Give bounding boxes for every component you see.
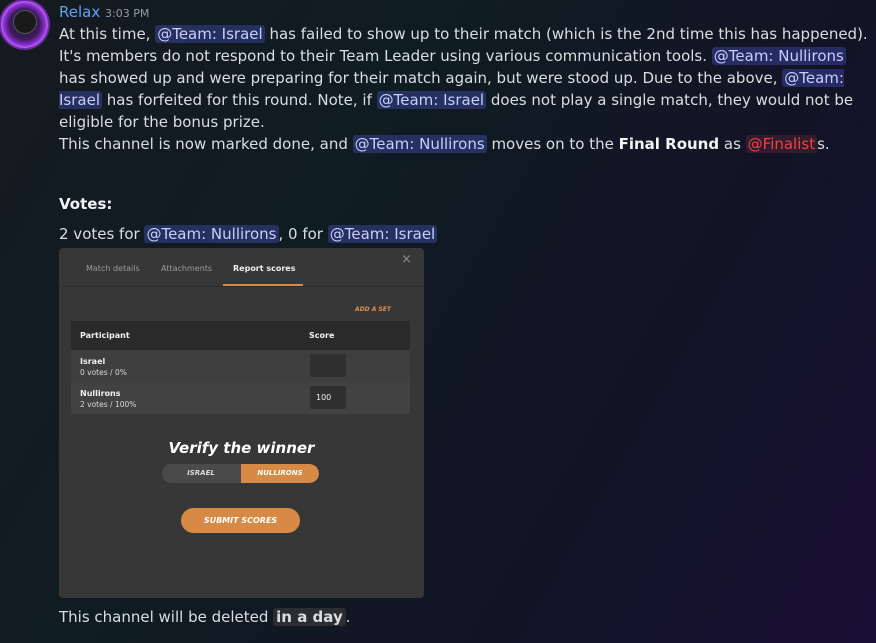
winner-toggle: ISRAEL NULLIRONS xyxy=(162,464,319,483)
mention-team-nullirons[interactable]: @Team: Nullirons xyxy=(711,47,846,65)
text: moves on to the xyxy=(486,135,619,153)
participant-header: Participant xyxy=(80,331,130,340)
mention-team-israel[interactable]: @Team: Israel xyxy=(376,91,487,109)
text: . xyxy=(345,608,351,626)
participant-name: Nullirons xyxy=(80,389,121,398)
votes-heading: Votes: xyxy=(59,195,113,213)
add-set-link: ADD A SET xyxy=(355,306,391,313)
final-round-text: Final Round xyxy=(618,135,720,153)
text: This channel is now marked done, and xyxy=(59,135,353,153)
text: This channel will be deleted xyxy=(59,608,274,626)
participant-votes: 2 votes / 100% xyxy=(80,400,137,409)
active-tab-indicator xyxy=(223,284,303,286)
close-icon: × xyxy=(401,252,412,267)
table-header: Participant Score xyxy=(71,321,410,350)
toggle-israel: ISRAEL xyxy=(187,469,215,477)
table-row: Israel 0 votes / 0% xyxy=(71,350,410,382)
toggle-nullirons: NULLIRONS xyxy=(241,464,319,483)
message-paragraph-1: At this time, @Team: Israel has failed t… xyxy=(59,23,874,133)
tab-bar: Match details Attachments Report scores … xyxy=(59,248,424,287)
tab-attachments: Attachments xyxy=(161,264,213,273)
text: as xyxy=(719,135,746,153)
footer-line: This channel will be deleted in a day. xyxy=(59,606,874,628)
embedded-screenshot[interactable]: Match details Attachments Report scores … xyxy=(59,248,424,598)
participant-name: Israel xyxy=(80,357,106,366)
mention-team-nullirons[interactable]: @Team: Nullirons xyxy=(352,135,487,153)
tab-report-scores: Report scores xyxy=(233,264,296,273)
text: has showed up and were preparing for the… xyxy=(59,69,783,87)
message-paragraph-2: This channel is now marked done, and @Te… xyxy=(59,133,874,155)
text: has forfeited for this round. Note, if xyxy=(102,91,377,109)
user-avatar[interactable] xyxy=(1,1,48,48)
message-timestamp: 3:03 PM xyxy=(105,7,150,20)
text: , 0 for xyxy=(278,225,328,243)
avatar-image xyxy=(13,10,37,34)
score-header: Score xyxy=(309,331,335,340)
votes-line: 2 votes for @Team: Nullirons, 0 for @Tea… xyxy=(59,223,874,245)
mention-team-nullirons[interactable]: @Team: Nullirons xyxy=(144,225,279,243)
text: At this time, xyxy=(59,25,156,43)
submit-scores-button: SUBMIT SCORES xyxy=(181,508,300,533)
participant-votes: 0 votes / 0% xyxy=(80,368,127,377)
mention-team-israel[interactable]: @Team: Israel xyxy=(155,25,265,43)
mention-role-finalist[interactable]: @Finalist xyxy=(745,135,818,153)
verify-winner-title: Verify the winner xyxy=(168,439,315,457)
text: 2 votes for xyxy=(59,225,145,243)
score-field xyxy=(310,354,346,377)
tab-match-details: Match details xyxy=(86,264,140,273)
table-row: Nullirons 2 votes / 100% 100 xyxy=(71,382,410,414)
author-name[interactable]: Relax xyxy=(59,3,100,21)
deletion-time: in a day xyxy=(273,608,346,626)
text: s. xyxy=(817,135,830,153)
mention-team-israel[interactable]: @Team: Israel xyxy=(327,225,438,243)
score-field: 100 xyxy=(310,386,346,409)
